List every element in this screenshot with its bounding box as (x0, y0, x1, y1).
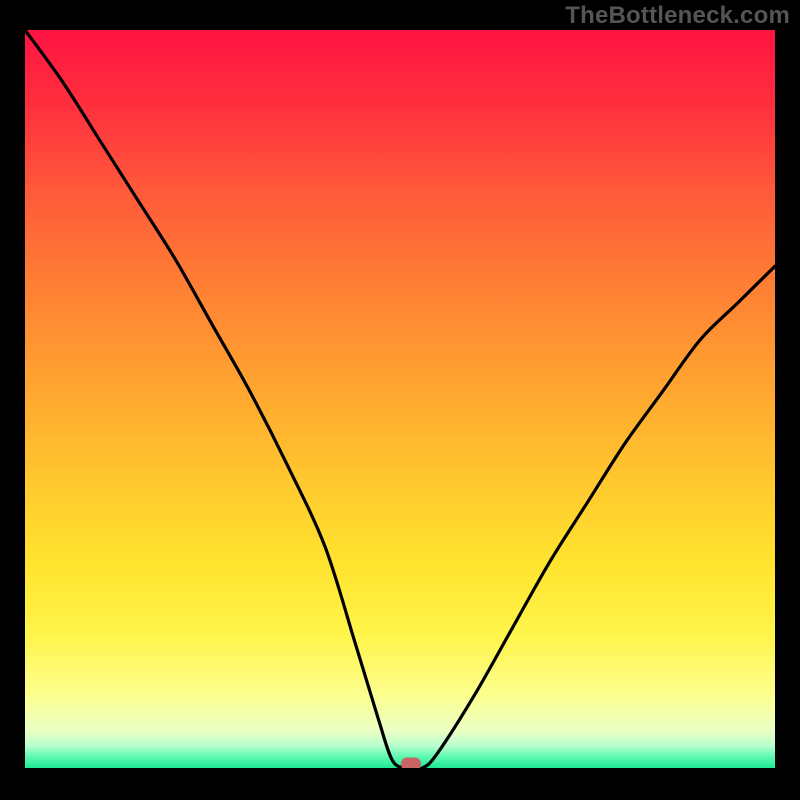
chart-frame: TheBottleneck.com (0, 0, 800, 800)
watermark-text: TheBottleneck.com (565, 2, 790, 30)
bottleneck-curve (25, 30, 775, 768)
plot-area (25, 30, 775, 768)
bottleneck-marker-icon (401, 758, 421, 768)
